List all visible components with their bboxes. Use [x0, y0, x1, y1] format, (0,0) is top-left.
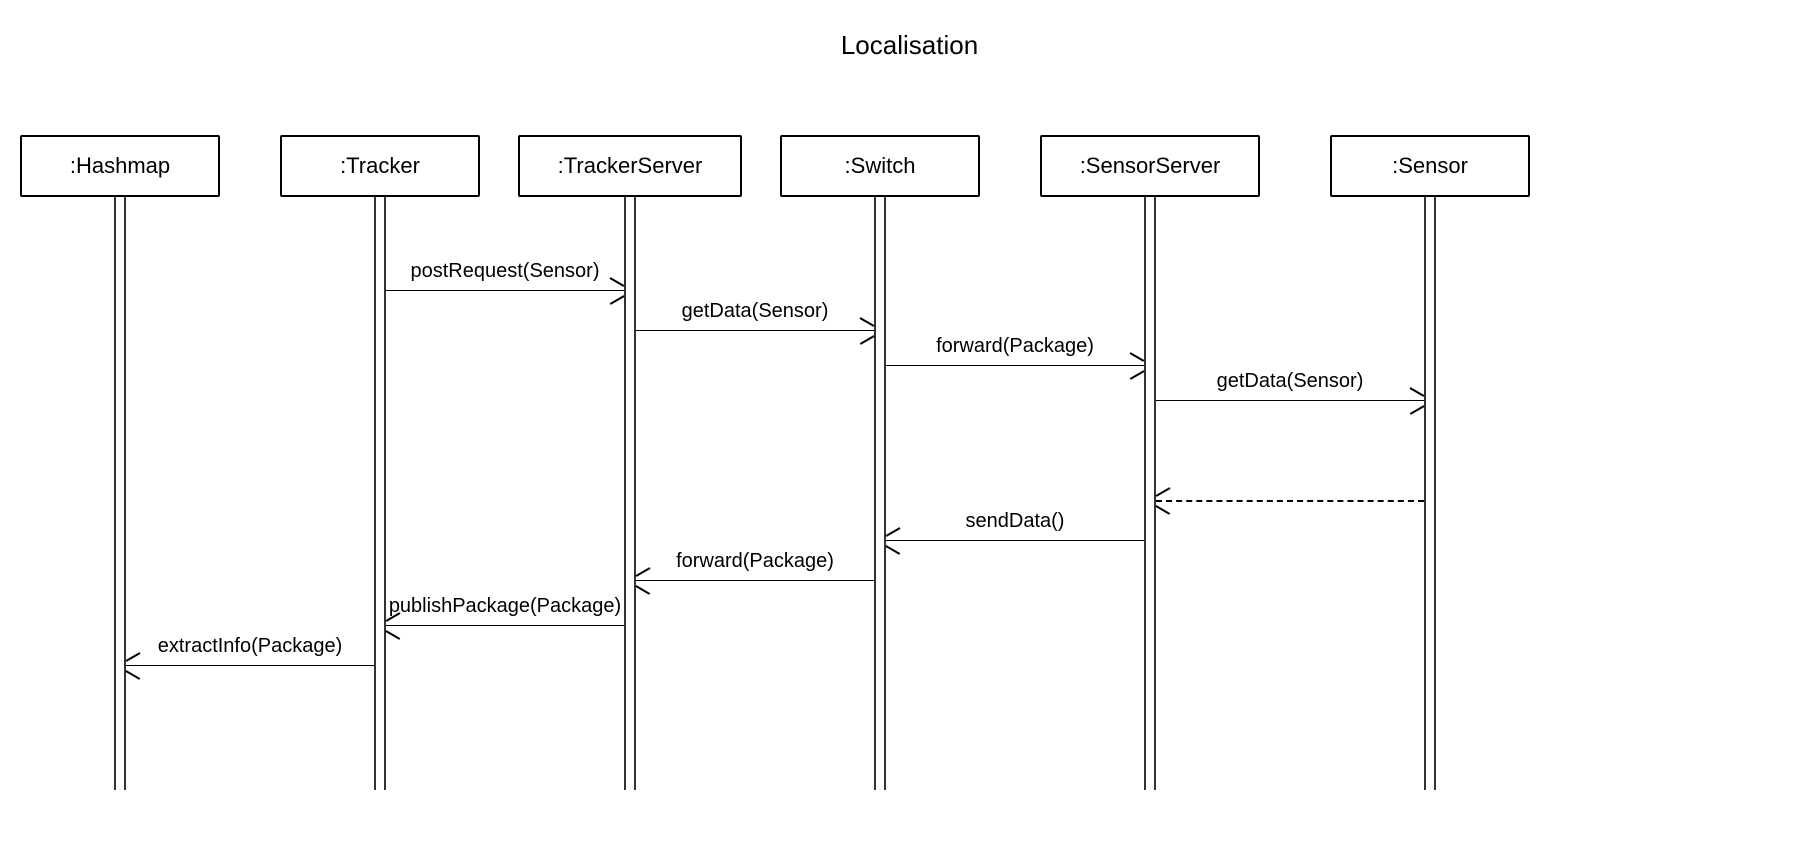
lifeline-trackerserver — [624, 197, 636, 790]
participant-sensor: :Sensor — [1330, 135, 1530, 197]
participant-label: :Switch — [845, 153, 916, 179]
message-label: extractInfo(Package) — [158, 635, 343, 658]
participant-label: :Hashmap — [70, 153, 170, 179]
message-label: forward(Package) — [676, 550, 834, 573]
participant-label: :SensorServer — [1080, 153, 1221, 179]
message-label: forward(Package) — [936, 335, 1094, 358]
diagram-title: Localisation — [0, 30, 1819, 61]
message-arrow — [386, 290, 624, 291]
message-label: sendData() — [966, 510, 1065, 533]
message-label: getData(Sensor) — [1217, 370, 1364, 393]
participant-switch: :Switch — [780, 135, 980, 197]
participant-tracker: :Tracker — [280, 135, 480, 197]
message-label: publishPackage(Package) — [389, 595, 621, 618]
message-arrow — [636, 330, 874, 331]
message-arrow — [1156, 400, 1424, 401]
message-arrow — [886, 365, 1144, 366]
message-label: postRequest(Sensor) — [411, 260, 600, 283]
participant-hashmap: :Hashmap — [20, 135, 220, 197]
message-arrow — [386, 625, 624, 626]
lifeline-tracker — [374, 197, 386, 790]
participant-trackerserver: :TrackerServer — [518, 135, 742, 197]
message-arrow — [636, 580, 874, 581]
participant-label: :Sensor — [1392, 153, 1468, 179]
lifeline-hashmap — [114, 197, 126, 790]
message-arrow — [126, 665, 374, 666]
message-label: getData(Sensor) — [682, 300, 829, 323]
participant-sensorserver: :SensorServer — [1040, 135, 1260, 197]
lifeline-sensorserver — [1144, 197, 1156, 790]
message-arrow — [1156, 500, 1424, 502]
message-arrow — [886, 540, 1144, 541]
participant-label: :TrackerServer — [558, 153, 703, 179]
participant-label: :Tracker — [340, 153, 420, 179]
lifeline-sensor — [1424, 197, 1436, 790]
lifeline-switch — [874, 197, 886, 790]
